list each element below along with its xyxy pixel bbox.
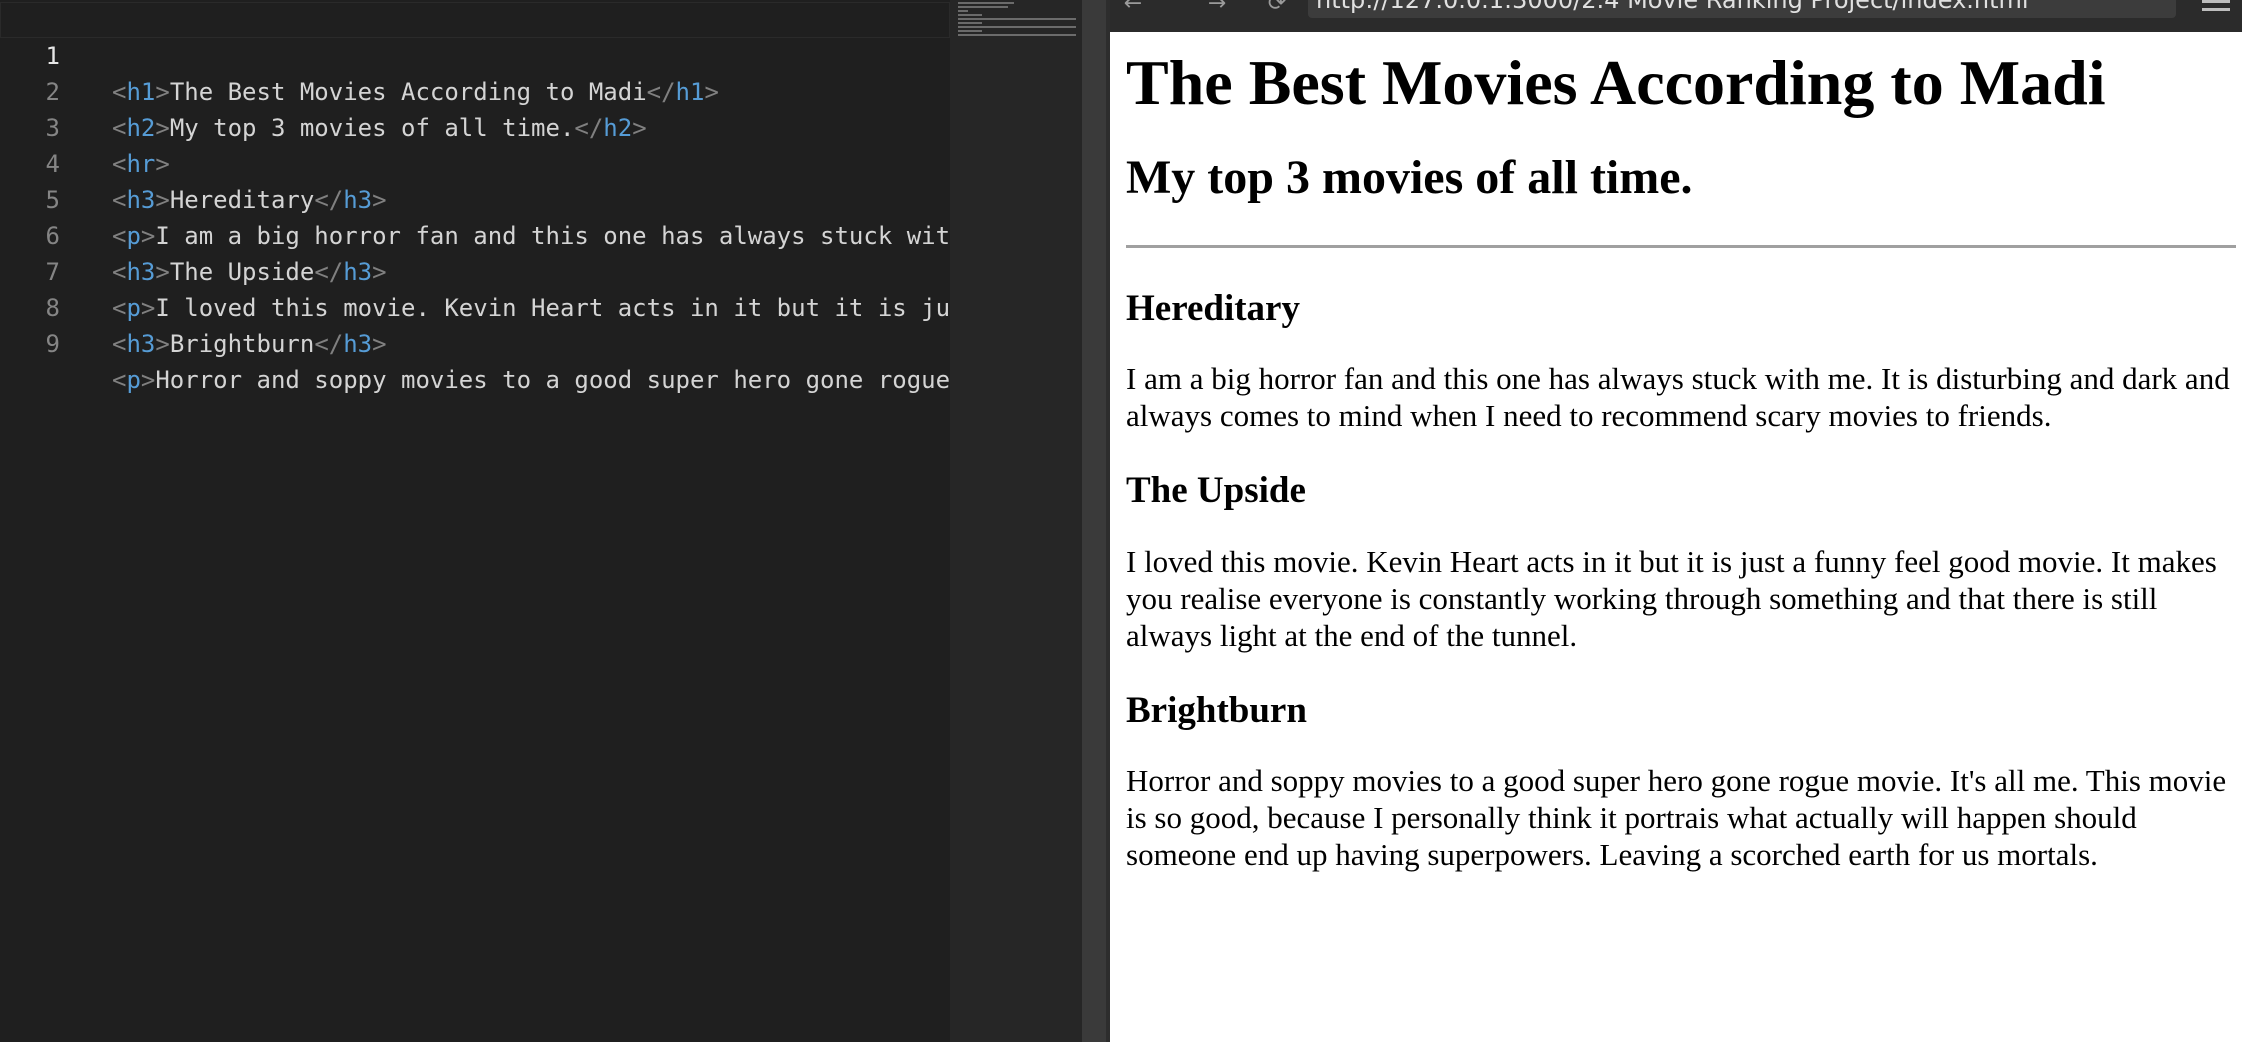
movie-description: I am a big horror fan and this one has a… (1126, 361, 2230, 434)
code-line[interactable]: 8 <h3>Brightburn</h3> (0, 254, 950, 358)
reload-icon[interactable]: ⟳ (1262, 0, 1292, 24)
code-editor[interactable]: 1 <h1>The Best Movies According to Madi<… (0, 0, 950, 1042)
forward-arrow-icon[interactable]: → (1202, 0, 1232, 24)
hamburger-menu-icon[interactable] (2202, 0, 2230, 16)
movie-title: Brightburn (1126, 689, 1307, 731)
editor-minimap[interactable] (950, 0, 1082, 1042)
minimap-line (958, 18, 1076, 20)
url-text[interactable]: http://127.0.0.1:3000/2.4 Movie Ranking … (1316, 0, 2029, 14)
code-line[interactable]: 7 <p>I loved this movie. Kevin Heart act… (0, 218, 950, 322)
minimap-line (958, 26, 1076, 28)
back-arrow-icon[interactable]: ← (1118, 0, 1148, 24)
code-line[interactable]: 1 <h1>The Best Movies According to Madi<… (0, 2, 950, 106)
page-subtitle: My top 3 movies of all time. (1126, 150, 1693, 204)
movie-title: The Upside (1126, 470, 1306, 512)
movie-description: I loved this movie. Kevin Heart acts in … (1126, 543, 2217, 653)
minimap-line (958, 30, 982, 32)
divider (1126, 244, 2236, 248)
movie-title: Hereditary (1126, 287, 1300, 329)
minimap-line (958, 14, 982, 16)
code-line[interactable]: 2 <h2>My top 3 movies of all time.</h2> (0, 38, 950, 142)
minimap-line (958, 10, 968, 12)
code-line[interactable]: 5 <p>I am a big horror fan and this one … (0, 146, 950, 250)
minimap-line (958, 34, 1076, 36)
code-text[interactable]: <p>Horror and soppy movies to a good sup… (112, 362, 950, 398)
code-text[interactable]: <h3>Brightburn</h3> (112, 326, 387, 362)
minimap-line (958, 22, 982, 24)
minimap-line (958, 2, 1014, 4)
code-line[interactable]: 9 <p>Horror and soppy movies to a good s… (0, 290, 950, 394)
code-line[interactable]: 4 <h3>Hereditary</h3> (0, 110, 950, 214)
browser-toolbar: ← → ⟳ http://127.0.0.1:3000/2.4 Movie Ra… (1110, 0, 2242, 32)
page-title: The Best Movies According to Madi (1126, 47, 2106, 118)
browser-preview: ← → ⟳ http://127.0.0.1:3000/2.4 Movie Ra… (1110, 0, 2242, 1042)
code-line[interactable]: 6 <h3>The Upside</h3> (0, 182, 950, 286)
code-line[interactable]: 3 <hr> (0, 74, 950, 178)
url-bar[interactable]: http://127.0.0.1:3000/2.4 Movie Ranking … (1308, 0, 2176, 18)
line-number: 9 (45, 330, 60, 358)
rendered-page: The Best Movies According to Madi My top… (1126, 32, 2236, 909)
movie-description: Horror and soppy movies to a good super … (1126, 763, 2227, 873)
minimap-line (958, 6, 1008, 8)
